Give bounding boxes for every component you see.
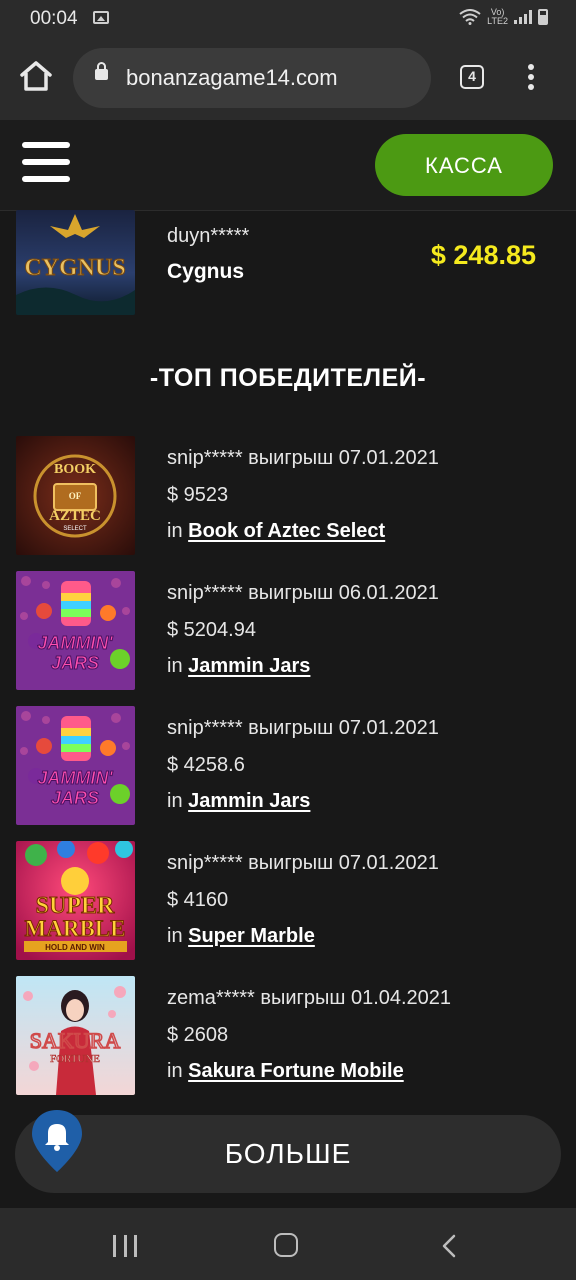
gallery-icon [93,11,109,24]
thumbnail-logo-text: JARS [51,788,99,808]
in-label: in [167,520,189,542]
status-icons: Vo) LTE2 [459,8,548,26]
cashier-button[interactable]: КАССА [375,134,553,196]
thumbnail-logo-text: JARS [51,653,99,673]
thumbnail-logo-text: SAKURA [30,1028,121,1053]
recent-win-game[interactable]: Cygnus [167,260,244,284]
notification-bell-icon[interactable] [30,1108,84,1174]
game-link[interactable]: Jammin Jars [188,790,310,812]
recent-win-amount: $ 248.85 [430,240,536,270]
winner-amount: $ 9523 [167,484,229,506]
winner-info: snip***** выигрыш 06.01.2021 [167,582,439,604]
status-bar: 00:04 Vo) LTE2 [0,0,576,36]
network-type: Vo) LTE2 [487,8,508,26]
winner-game: in Jammin Jars [167,790,310,813]
recent-apps-icon[interactable] [113,1235,137,1257]
in-label: in [167,655,189,677]
thumbnail-logo-text: BOOK [54,462,96,477]
winner-amount: $ 4160 [167,889,229,911]
system-nav-bar [0,1208,576,1280]
thumbnail-logo-text: JAMMIN' [37,633,113,653]
in-label: in [167,790,189,812]
game-thumbnail-jammin-jars[interactable]: JAMMIN' JARS [16,571,135,690]
game-link[interactable]: Book of Aztec Select [188,520,385,542]
thumbnail-logo-text: FORTUNE [50,1053,100,1065]
tab-switcher-button[interactable]: 4 [460,65,484,89]
home-nav-icon[interactable] [274,1233,298,1257]
winner-amount: $ 4258.6 [167,754,245,776]
more-button[interactable]: БОЛЬШЕ [15,1115,561,1193]
thumbnail-logo-text: SELECT [63,526,87,532]
winner-amount: $ 5204.94 [167,619,256,641]
battery-icon [538,9,548,25]
wifi-icon [459,9,481,25]
winner-info: snip***** выигрыш 07.01.2021 [167,852,439,874]
top-winners-title: -ТОП ПОБЕДИТЕЛЕЙ- [149,364,427,392]
url-text[interactable]: bonanzagame14.com [126,65,338,91]
browser-toolbar: bonanzagame14.com 4 [0,36,576,120]
game-thumbnail-super-marble[interactable]: SUPER MARBLE HOLD AND WIN [16,841,135,960]
game-thumbnail-book-of-aztec[interactable]: BOOK OF AZTEC SELECT [16,436,135,555]
winner-info: snip***** выигрыш 07.01.2021 [167,447,439,469]
in-label: in [167,925,189,947]
thumbnail-logo-text: OF [69,491,82,501]
winner-game: in Sakura Fortune Mobile [167,1060,404,1083]
game-link[interactable]: Sakura Fortune Mobile [188,1060,404,1082]
network-lte: LTE2 [487,16,508,26]
lock-icon [95,62,108,80]
winner-info: snip***** выигрыш 07.01.2021 [167,717,439,739]
thumbnail-logo-text: MARBLE [25,916,126,941]
home-icon[interactable] [18,58,54,94]
winner-game: in Super Marble [167,925,315,948]
site-header: КАССА [0,120,576,211]
winner-info: zema***** выигрыш 01.04.2021 [167,987,452,1009]
winner-game: in Book of Aztec Select [167,520,385,543]
back-icon[interactable] [438,1234,460,1258]
thumbnail-logo-text: HOLD AND WIN [45,943,105,952]
status-time: 00:04 [30,8,78,29]
recent-win-user: duyn***** [167,225,250,247]
in-label: in [167,1060,189,1082]
game-thumbnail-sakura-fortune[interactable]: SAKURA FORTUNE [16,976,135,1095]
game-link[interactable]: Jammin Jars [188,655,310,677]
signal-icon [514,10,532,24]
thumbnail-logo-text: CYGNUS [24,255,125,281]
address-bar[interactable]: bonanzagame14.com [73,48,431,108]
winner-game: in Jammin Jars [167,655,310,678]
game-thumbnail-jammin-jars[interactable]: JAMMIN' JARS [16,706,135,825]
thumbnail-logo-text: JAMMIN' [37,768,113,788]
winner-amount: $ 2608 [167,1024,229,1046]
hamburger-menu-icon[interactable] [22,142,70,182]
game-thumbnail-cygnus[interactable]: CYGNUS [16,210,135,315]
game-link[interactable]: Super Marble [188,925,315,947]
browser-menu-icon[interactable] [526,64,536,92]
thumbnail-logo-text: AZTEC [49,508,101,524]
